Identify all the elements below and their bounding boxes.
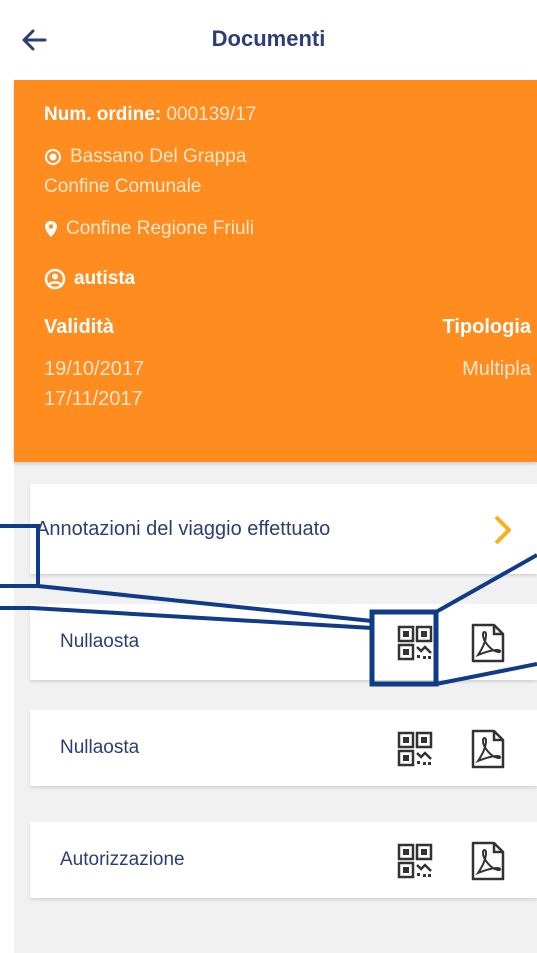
trip-notes-item[interactable]: Annotazioni del viaggio effettuato [30,484,537,574]
document-row[interactable]: Nullaosta [30,710,537,786]
destination-text: Confine Regione Friuli [66,218,254,239]
pdf-icon[interactable] [470,841,506,881]
document-row[interactable]: Autorizzazione [30,822,537,898]
app-bar: Documenti [0,0,537,80]
document-label: Nullaosta [60,737,140,758]
chevron-right-icon [494,515,511,545]
qr-code-icon[interactable] [397,731,433,767]
type-value: Multipla [462,358,531,380]
location-pin-icon [45,220,57,237]
validity-to: 17/11/2017 [44,388,143,410]
destination-row: Confine Regione Friuli [44,218,254,240]
driver-name: autista [74,268,136,290]
origin-line-2: Confine Comunale [44,176,202,197]
qr-code-icon[interactable] [397,843,433,879]
pdf-icon[interactable] [470,729,506,769]
order-number-value: 000139/17 [166,104,257,125]
origin-row: Bassano Del Grappa [44,146,246,168]
document-label: Autorizzazione [60,849,185,870]
order-number-label: Num. ordine: [44,104,162,125]
qr-code-icon[interactable] [397,625,433,661]
pdf-icon[interactable] [470,623,506,663]
radio-target-icon [45,148,61,165]
document-label: Nullaosta [60,631,140,652]
validity-from: 19/10/2017 [44,358,145,380]
type-label: Tipologia [442,316,531,338]
trip-notes-label: Annotazioni del viaggio effettuato [36,517,331,540]
validity-label: Validità [44,316,115,338]
page-title: Documenti [211,26,326,51]
driver-row: autista [44,268,135,290]
origin-line-1: Bassano Del Grappa [70,146,247,167]
user-circle-icon [44,268,66,290]
order-card: Num. ordine: 000139/17 Bassano Del Grapp… [14,80,537,462]
order-number-row: Num. ordine: 000139/17 [44,104,256,126]
document-row[interactable]: Nullaosta [30,604,537,680]
